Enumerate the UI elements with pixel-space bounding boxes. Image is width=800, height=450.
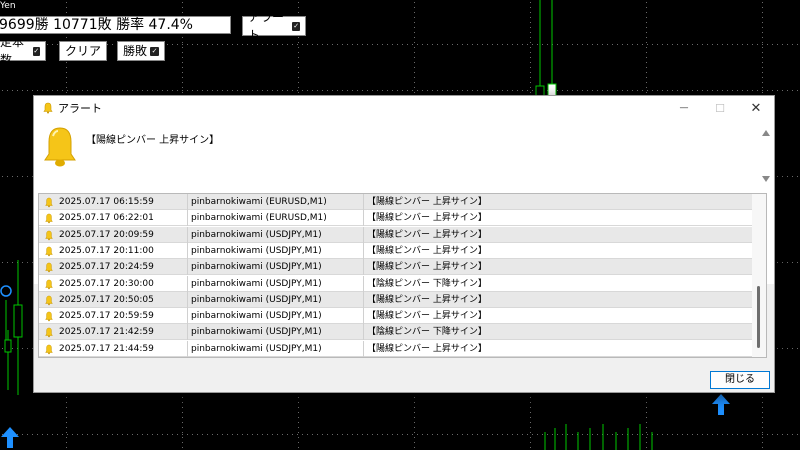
dialog-title: アラート xyxy=(58,102,102,115)
bell-icon xyxy=(45,246,53,257)
alert-message: 【陽線ピンバー 上昇サイン】 xyxy=(363,242,667,259)
alert-source: pinbarnokiwami (USDJPY,M1) xyxy=(187,340,366,357)
checkbox-icon: ✓ xyxy=(150,46,159,56)
bell-icon xyxy=(45,214,53,224)
win-loss-toggle-button[interactable]: 勝敗 ✓ xyxy=(117,41,165,61)
scroll-down-icon[interactable] xyxy=(762,176,770,182)
alert-message: 【陽線ピンバー 上昇サイン】 xyxy=(363,291,667,308)
minimize-icon: — xyxy=(679,103,689,113)
alert-time: 2025.07.17 21:44:59 xyxy=(59,343,154,354)
alert-time: 2025.07.17 21:42:59 xyxy=(59,327,154,338)
checkbox-icon: ✓ xyxy=(32,46,40,56)
alert-history-list[interactable]: 2025.07.17 06:15:59 pinbarnokiwami (EURUS… xyxy=(38,193,767,358)
alert-source: pinbarnokiwami (USDJPY,M1) xyxy=(187,226,366,243)
win-loss-stats: 9699勝 10771敗 勝率 47.4% xyxy=(0,16,231,34)
circle-marker-icon xyxy=(0,285,12,297)
bell-icon xyxy=(45,262,53,273)
candle-body xyxy=(13,304,23,338)
alert-source: pinbarnokiwami (USDJPY,M1) xyxy=(187,324,366,341)
fixed-count-label: 定本数 xyxy=(0,35,25,67)
alert-time: 2025.07.17 06:22:01 xyxy=(59,213,154,224)
candle-body xyxy=(4,339,12,353)
checkbox-icon: ✓ xyxy=(292,21,300,31)
alert-row[interactable]: 2025.07.17 20:09:59 pinbarnokiwami (USDJP… xyxy=(39,226,754,243)
alert-dialog: アラート — ☐ ✕ 【陽線ピンバー 上昇サイン】 2025.07.17 06:… xyxy=(33,95,775,393)
alert-source: pinbarnokiwami (EURUSD,M1) xyxy=(187,194,366,210)
bell-icon xyxy=(45,344,53,354)
alert-message-text: 【陽線ピンバー 上昇サイン】 xyxy=(86,135,220,146)
alert-time: 2025.07.17 20:11:00 xyxy=(59,245,154,256)
alert-row[interactable]: 2025.07.17 20:50:05 pinbarnokiwami (USDJP… xyxy=(39,291,754,308)
window-label: Yen xyxy=(0,1,16,11)
bell-icon xyxy=(45,230,53,240)
alert-time: 2025.07.17 20:09:59 xyxy=(59,229,154,240)
message-scrollbar[interactable] xyxy=(759,128,773,184)
alert-time: 2025.07.17 06:15:59 xyxy=(59,197,154,207)
alert-source: pinbarnokiwami (EURUSD,M1) xyxy=(187,210,366,227)
alert-time: 2025.07.17 20:50:05 xyxy=(59,294,154,305)
alert-row[interactable]: 2025.07.17 06:15:59 pinbarnokiwami (EURUS… xyxy=(39,194,754,210)
bell-icon xyxy=(44,127,76,167)
scroll-up-icon[interactable] xyxy=(762,130,770,136)
alert-source: pinbarnokiwami (USDJPY,M1) xyxy=(187,259,366,276)
alert-row[interactable]: 2025.07.17 20:30:00 pinbarnokiwami (USDJP… xyxy=(39,275,754,292)
alert-message: 【陽線ピンバー 上昇サイン】 xyxy=(363,308,667,325)
close-icon: ✕ xyxy=(750,100,762,116)
alert-row[interactable]: 2025.07.17 06:22:01 pinbarnokiwami (EURUS… xyxy=(39,210,754,227)
clear-button[interactable]: クリア xyxy=(59,41,107,61)
alert-message: 【陽線ピンバー 上昇サイン】 xyxy=(363,226,667,243)
alert-message: 【陰線ピンバー 下降サイン】 xyxy=(363,324,667,341)
alert-row[interactable]: 2025.07.17 20:11:00 pinbarnokiwami (USDJP… xyxy=(39,242,754,259)
alert-toggle-label: アラート xyxy=(248,10,285,42)
alert-row[interactable]: 2025.07.17 21:44:59 pinbarnokiwami (USDJP… xyxy=(39,340,754,357)
bell-icon xyxy=(45,279,53,289)
bell-icon xyxy=(45,197,53,208)
bell-icon xyxy=(43,102,53,114)
dialog-titlebar[interactable]: アラート — ☐ ✕ xyxy=(34,96,774,120)
maximize-icon: ☐ xyxy=(715,101,725,115)
alert-toggle-button[interactable]: アラート ✓ xyxy=(242,10,306,42)
fixed-count-toggle-button[interactable]: 定本数 ✓ xyxy=(0,35,46,67)
bell-icon xyxy=(45,311,53,322)
list-scroll-thumb[interactable] xyxy=(757,286,760,348)
clear-button-label: クリア xyxy=(65,44,102,58)
alert-message: 【陽線ピンバー 上昇サイン】 xyxy=(363,340,667,357)
alert-source: pinbarnokiwami (USDJPY,M1) xyxy=(187,291,366,308)
alert-source: pinbarnokiwami (USDJPY,M1) xyxy=(187,308,366,325)
alert-time: 2025.07.17 20:30:00 xyxy=(59,278,154,289)
win-loss-label: 勝敗 xyxy=(123,44,148,58)
alert-message: 【陰線ピンバー 下降サイン】 xyxy=(363,275,667,292)
alert-source: pinbarnokiwami (USDJPY,M1) xyxy=(187,275,366,292)
alert-message: 【陽線ピンバー 上昇サイン】 xyxy=(363,259,667,276)
alert-row[interactable]: 2025.07.17 21:42:59 pinbarnokiwami (USDJP… xyxy=(39,324,754,341)
alert-message: 【陽線ピンバー 上昇サイン】 xyxy=(363,194,667,210)
close-button[interactable]: 閉じる xyxy=(710,371,770,389)
alert-time: 2025.07.17 20:59:59 xyxy=(59,311,154,322)
alert-row[interactable]: 2025.07.17 20:59:59 pinbarnokiwami (USDJP… xyxy=(39,308,754,325)
alert-row[interactable]: 2025.07.17 20:24:59 pinbarnokiwami (USDJP… xyxy=(39,259,754,276)
up-arrow-icon xyxy=(712,394,730,415)
minimize-button[interactable]: — xyxy=(666,96,702,120)
alert-message: 【陽線ピンバー 上昇サイン】 xyxy=(363,210,667,227)
close-window-button[interactable]: ✕ xyxy=(738,96,774,120)
maximize-button[interactable]: ☐ xyxy=(702,96,738,120)
list-scrollbar[interactable] xyxy=(752,194,766,357)
bell-icon xyxy=(45,295,53,306)
bell-icon xyxy=(45,328,53,338)
up-arrow-icon xyxy=(1,427,19,448)
alert-source: pinbarnokiwami (USDJPY,M1) xyxy=(187,242,366,259)
alert-time: 2025.07.17 20:24:59 xyxy=(59,262,154,273)
